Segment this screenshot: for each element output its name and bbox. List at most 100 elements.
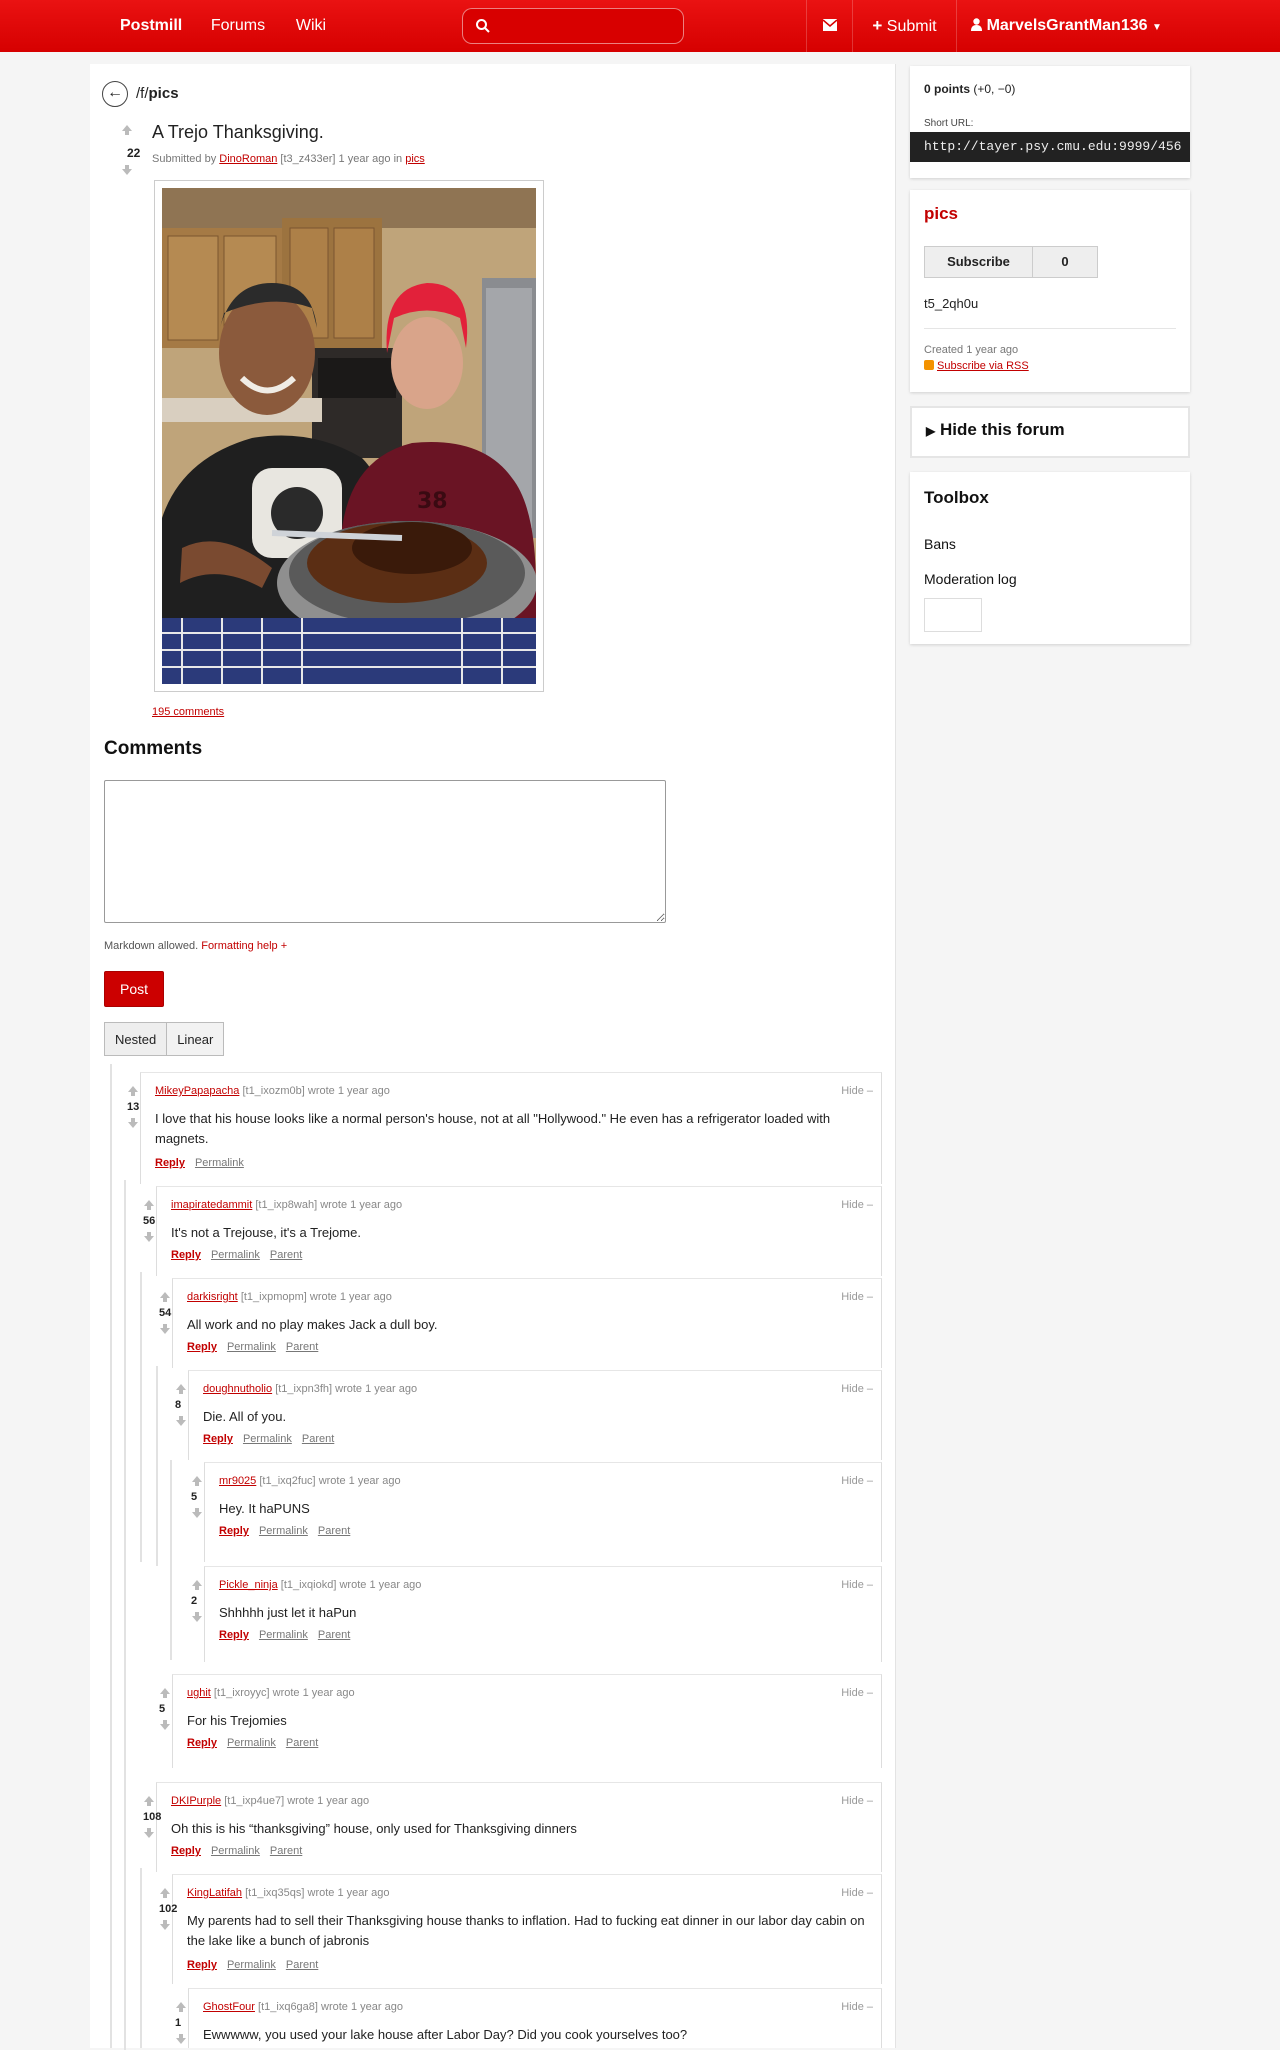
subscribe-button[interactable]: Subscribe 0 [924,246,1098,278]
hide-comment-link[interactable]: Hide – [841,1199,873,1211]
upvote-icon[interactable] [143,1199,155,1211]
hide-forum-toggle[interactable]: ▶ Hide this forum [926,420,1065,440]
comment-author-link[interactable]: MikeyPapapacha [155,1085,239,1097]
thread-line[interactable] [124,1776,126,2046]
permalink-link[interactable]: Permalink [211,1249,260,1261]
reply-link[interactable]: Reply [187,1737,217,1749]
comment-author-link[interactable]: ughit [187,1687,211,1699]
permalink-link[interactable]: Permalink [227,1959,276,1971]
post-image-link[interactable]: 38 [154,180,544,692]
parent-link[interactable]: Parent [286,1737,318,1749]
upvote-icon[interactable] [159,1687,171,1699]
downvote-icon[interactable] [143,1231,155,1243]
toolbox-extra-button[interactable] [924,598,982,632]
upvote-icon[interactable] [175,1383,187,1395]
downvote-icon[interactable] [159,1323,171,1335]
comment-author-link[interactable]: mr9025 [219,1475,256,1487]
downvote-icon[interactable] [143,1827,155,1839]
short-url-field[interactable]: http://tayer.psy.cmu.edu:9999/456 [910,132,1190,162]
site-logo[interactable]: Postmill [120,0,182,52]
parent-link[interactable]: Parent [286,1959,318,1971]
nav-forums-link[interactable]: Forums [196,0,280,52]
hide-comment-link[interactable]: Hide – [841,1291,873,1303]
permalink-link[interactable]: Permalink [227,1341,276,1353]
permalink-link[interactable]: Permalink [211,1845,260,1857]
toolbox-bans-link[interactable]: Bans [924,536,956,552]
back-to-forum-link[interactable]: ← /f/pics [102,80,179,108]
parent-link[interactable]: Parent [270,1249,302,1261]
hide-comment-link[interactable]: Hide – [841,1085,873,1097]
nested-view-button[interactable]: Nested [104,1022,168,1056]
thread-line[interactable] [140,1868,142,2048]
hide-comment-link[interactable]: Hide – [841,2001,873,2013]
upvote-icon[interactable] [143,1795,155,1807]
upvote-icon[interactable] [175,2001,187,2013]
formatting-help-link[interactable]: Formatting help + [201,940,287,952]
comment-author-link[interactable]: darkisright [187,1291,238,1303]
upvote-icon[interactable] [159,1291,171,1303]
thread-line[interactable] [110,1064,112,2048]
comment-author-link[interactable]: DKIPurple [171,1795,221,1807]
permalink-link[interactable]: Permalink [243,1433,292,1445]
comments-count-link[interactable]: 195 comments [152,706,224,718]
post-comment-button[interactable]: Post [104,971,164,1007]
parent-link[interactable]: Parent [318,1629,350,1641]
reply-link[interactable]: Reply [155,1157,185,1169]
reply-link[interactable]: Reply [171,1845,201,1857]
thread-line[interactable] [170,1460,172,1660]
downvote-icon[interactable] [175,2033,187,2045]
hide-comment-link[interactable]: Hide – [841,1475,873,1487]
hide-comment-link[interactable]: Hide – [841,1795,873,1807]
parent-link[interactable]: Parent [318,1525,350,1537]
user-menu[interactable]: MarvelsGrantMan136 ▼ [956,0,1176,52]
hide-comment-link[interactable]: Hide – [841,1887,873,1899]
comment-author-link[interactable]: GhostFour [203,2001,255,2013]
search-box[interactable] [462,8,684,44]
parent-link[interactable]: Parent [286,1341,318,1353]
downvote-icon[interactable] [175,1415,187,1427]
forum-name-link[interactable]: pics [924,204,958,224]
submit-button[interactable]: + Submit [852,0,956,52]
downvote-icon[interactable] [127,1117,139,1129]
upvote-icon[interactable] [159,1887,171,1899]
reply-link[interactable]: Reply [171,1249,201,1261]
hide-comment-link[interactable]: Hide – [841,1687,873,1699]
downvote-icon[interactable] [191,1611,203,1623]
upvote-icon[interactable] [191,1579,203,1591]
thread-line[interactable] [156,1366,158,1566]
reply-link[interactable]: Reply [187,1959,217,1971]
reply-link[interactable]: Reply [219,1629,249,1641]
reply-link[interactable]: Reply [219,1525,249,1537]
permalink-link[interactable]: Permalink [259,1629,308,1641]
toolbox-modlog-link[interactable]: Moderation log [924,571,1017,587]
permalink-link[interactable]: Permalink [259,1525,308,1537]
post-forum-link[interactable]: pics [405,153,425,165]
rss-subscribe-link[interactable]: Subscribe via RSS [924,360,1029,372]
upvote-icon[interactable] [127,1085,139,1097]
permalink-link[interactable]: Permalink [195,1157,244,1169]
upvote-icon[interactable] [121,124,133,136]
downvote-icon[interactable] [121,164,133,176]
comment-textarea[interactable] [104,780,666,923]
comment-author-link[interactable]: KingLatifah [187,1887,242,1899]
thread-line[interactable] [140,1272,142,1562]
post-author-link[interactable]: DinoRoman [219,153,277,165]
hide-comment-link[interactable]: Hide – [841,1383,873,1395]
parent-link[interactable]: Parent [270,1845,302,1857]
messages-button[interactable] [806,0,852,52]
reply-link[interactable]: Reply [187,1341,217,1353]
hide-comment-link[interactable]: Hide – [841,1579,873,1591]
comment-author-link[interactable]: doughnutholio [203,1383,272,1395]
parent-link[interactable]: Parent [302,1433,334,1445]
downvote-icon[interactable] [191,1507,203,1519]
downvote-icon[interactable] [159,1919,171,1931]
comment-author-link[interactable]: Pickle_ninja [219,1579,278,1591]
permalink-link[interactable]: Permalink [227,1737,276,1749]
search-input[interactable] [497,13,677,39]
upvote-icon[interactable] [191,1475,203,1487]
post-title[interactable]: A Trejo Thanksgiving. [152,122,324,143]
reply-link[interactable]: Reply [203,1433,233,1445]
nav-wiki-link[interactable]: Wiki [280,0,342,52]
downvote-icon[interactable] [159,1719,171,1731]
linear-view-button[interactable]: Linear [166,1022,225,1056]
